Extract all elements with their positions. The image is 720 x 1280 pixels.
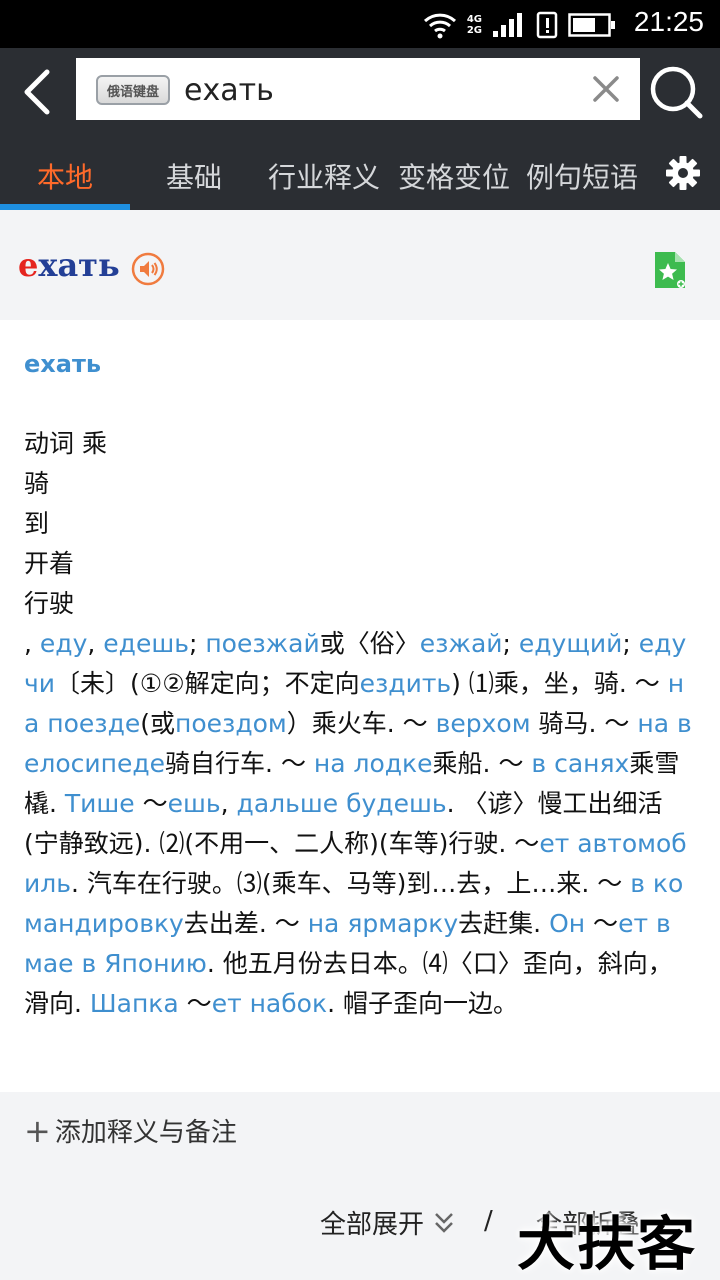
star-document-icon [655, 252, 685, 288]
definition-text-segment: , [220, 789, 237, 818]
russian-link[interactable]: Тише [65, 789, 135, 818]
russian-link[interactable]: едешь [103, 629, 189, 658]
expand-all-label: 全部展开 [320, 1210, 425, 1240]
wifi-icon [423, 13, 456, 39]
tab-industry[interactable]: 行业释义 [262, 142, 386, 210]
definition-text: , еду, едешь; поезжай或〈俗〉езжай; едущий; … [24, 624, 696, 1024]
settings-button[interactable] [664, 154, 702, 192]
add-note-button[interactable]: + 添加释义与备注 [24, 1112, 237, 1149]
sense-item: 开着 [24, 549, 75, 578]
headword-first-letter: е [18, 246, 39, 284]
add-to-wordbook-button[interactable] [652, 250, 688, 290]
headword-area: ехать [0, 210, 720, 320]
tab-bar: 本地 基础 行业释义 变格变位 例句短语 [0, 142, 720, 210]
definition-text-segment: 骑自行车. ～ [165, 749, 314, 778]
definition-text-segment: 去出差. ～ [183, 909, 308, 938]
status-bar: 4G 2G 21:25 [0, 0, 720, 48]
definition-text-segment: ) ⑴乘，坐，骑. ～ [451, 669, 668, 698]
definition-text-segment: , [24, 629, 40, 658]
russian-link[interactable]: ездить [360, 669, 452, 698]
sense-list: 动词 乘 骑 到 开着 行驶 [24, 424, 107, 624]
russian-link[interactable]: дальше будешь [237, 789, 447, 818]
definition-text-segment: , [87, 629, 104, 658]
search-button[interactable] [648, 64, 708, 124]
network-top-label: 4G [466, 14, 482, 25]
watermark: 大扶客 [516, 1210, 697, 1278]
search-box: 俄语键盘 [76, 58, 640, 120]
alert-icon [536, 11, 558, 39]
pronounce-button[interactable] [131, 252, 165, 286]
definition-text-segment: (或 [140, 709, 176, 738]
battery-icon [568, 13, 615, 37]
russian-link[interactable]: еду [40, 629, 87, 658]
definition-text-segment: ）乘火车. ～ [286, 709, 436, 738]
headword-rest: хать [38, 246, 120, 284]
russian-keyboard-button[interactable]: 俄语键盘 [96, 75, 170, 105]
sense-item: 行驶 [24, 589, 75, 618]
definition-text-segment: ; [622, 629, 639, 658]
network-type: 4G 2G [467, 14, 482, 36]
definition-text-segment: . 汽车在行驶。⑶(乘车、马等)到…去，上…来. ～ [70, 869, 631, 898]
entry-title: ехать [24, 350, 102, 378]
expand-all-button[interactable]: 全部展开 [320, 1204, 454, 1241]
search-input[interactable] [184, 70, 564, 110]
russian-link[interactable]: поезжай [205, 629, 319, 658]
add-note-label: 添加释义与备注 [54, 1118, 237, 1148]
sense-item: 骑 [24, 469, 50, 498]
russian-link[interactable]: на лодке [314, 749, 433, 778]
russian-link[interactable]: ешь [168, 789, 221, 818]
tab-examples[interactable]: 例句短语 [520, 142, 644, 210]
back-button[interactable] [10, 62, 62, 122]
russian-link[interactable]: в санях [531, 749, 629, 778]
status-icons: 4G 2G [423, 10, 616, 40]
network-bottom-label: 2G [466, 25, 482, 36]
definition-text-segment: 或〈俗〉 [319, 629, 420, 658]
definition-text-segment: . 帽子歪向一边。 [327, 989, 518, 1018]
double-chevron-down-icon [435, 1212, 453, 1233]
definition-text-segment: ; [188, 629, 206, 658]
tab-basic[interactable]: 基础 [130, 142, 258, 210]
separator: / [484, 1206, 493, 1236]
russian-link[interactable]: верхом [436, 709, 531, 738]
definition-text-segment: ; [502, 629, 519, 658]
definition-text-segment: 去赶集. [458, 909, 550, 938]
plus-icon: + [24, 1111, 51, 1150]
definition-text-segment: 〔未〕(①②解定向；不定向 [55, 669, 360, 698]
russian-link[interactable]: Шапка [90, 989, 179, 1018]
gear-icon [666, 156, 700, 190]
russian-link[interactable]: едущий [519, 629, 623, 658]
russian-link[interactable]: поездом [175, 709, 287, 738]
definition-text-segment: ～ [178, 989, 212, 1018]
definition-text-segment: ～ [585, 909, 619, 938]
sense-item: 动词 乘 [24, 429, 107, 458]
definition-card: ехать 动词 乘 骑 到 开着 行驶 , еду, едешь; поезж… [0, 320, 720, 1092]
tab-inflection[interactable]: 变格变位 [392, 142, 516, 210]
russian-link[interactable]: ет набок [212, 989, 327, 1018]
clear-button[interactable] [590, 73, 622, 105]
sense-item: 到 [24, 509, 50, 538]
back-icon [24, 69, 50, 115]
search-icon [650, 66, 703, 119]
speaker-icon [131, 252, 165, 286]
definition-text-segment: 骑马. ～ [530, 709, 638, 738]
clock: 21:25 [633, 6, 704, 37]
russian-link[interactable]: на ярмарку [308, 909, 458, 938]
headword: ехать [18, 246, 120, 284]
signal-icon [493, 13, 522, 37]
definition-text-segment: ～ [134, 789, 168, 818]
russian-link[interactable]: езжай [420, 629, 503, 658]
top-bar: 俄语键盘 本地 基础 行业释义 变格变位 例句短语 [0, 48, 720, 210]
definition-text-segment: 乘船. ～ [432, 749, 532, 778]
tab-local[interactable]: 本地 [0, 142, 130, 210]
russian-link[interactable]: Он [549, 909, 585, 938]
clear-icon [593, 76, 619, 102]
